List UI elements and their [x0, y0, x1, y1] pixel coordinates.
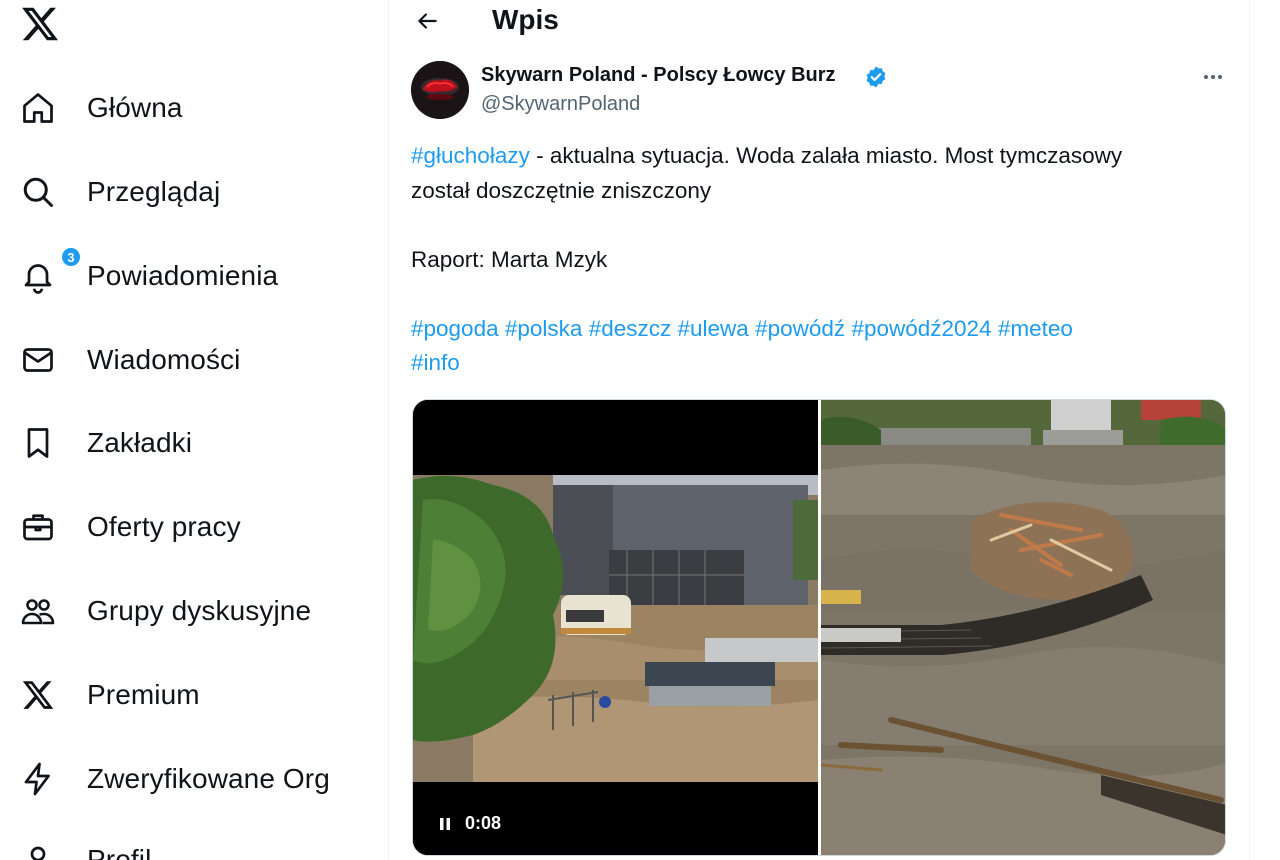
sidebar-item-label: Premium	[87, 679, 200, 710]
sidebar-item-label: Profil	[87, 844, 152, 860]
sidebar-item-label: Wiadomości	[87, 344, 241, 375]
bell-icon: 3	[20, 246, 82, 294]
sidebar-item-label: Oferty pracy	[87, 511, 241, 542]
hashtag-link[interactable]: #ulewa	[678, 316, 749, 341]
sidebar-item-label: Główna	[87, 92, 183, 123]
hashtag-link[interactable]: #powódź2024	[851, 316, 991, 341]
x-logo-icon[interactable]	[20, 4, 60, 44]
sidebar-item-label: Powiadomienia	[87, 260, 279, 291]
notification-badge: 3	[60, 246, 82, 268]
people-icon	[20, 593, 56, 629]
sidebar-item-label: Przeglądaj	[87, 176, 221, 207]
hashtag-link[interactable]: #głuchołazy	[411, 143, 530, 168]
home-icon	[20, 90, 56, 126]
hashtag-link[interactable]: #meteo	[998, 316, 1073, 341]
post-report: Raport: Marta Mzyk	[411, 247, 608, 272]
more-horizontal-icon[interactable]	[1196, 62, 1230, 92]
media-grid: 0:08	[412, 399, 1226, 856]
search-icon	[20, 174, 56, 210]
column-divider	[1249, 0, 1250, 860]
arrow-left-icon[interactable]	[410, 4, 444, 38]
hashtag-link[interactable]: #info	[411, 350, 460, 375]
sidebar-item-label: Grupy dyskusyjne	[87, 595, 312, 626]
x-logo-icon	[20, 677, 56, 713]
post-text-line: #głuchołazy - aktualna sytuacja. Woda za…	[411, 139, 1231, 174]
sidebar-item-label: Zakładki	[87, 427, 193, 458]
hashtag-list: #info	[411, 346, 1231, 381]
post-text-line: został doszczętnie zniszczony	[411, 178, 712, 203]
sidebar: Główna Przeglądaj 3 Powiadomienia Wiadom…	[0, 0, 388, 860]
page-title: Wpis	[492, 4, 559, 35]
video-player[interactable]: 0:08	[413, 400, 818, 855]
verified-badge-icon	[864, 65, 888, 89]
post-text: - aktualna sytuacja. Woda zalała miasto.…	[529, 143, 1123, 168]
pause-icon[interactable]	[437, 816, 453, 832]
hashtag-link[interactable]: #powódź	[755, 316, 845, 341]
hashtag-link[interactable]: #deszcz	[589, 316, 672, 341]
hashtag-link[interactable]: #pogoda	[411, 316, 499, 341]
lightning-icon	[20, 761, 56, 797]
hashtag-link[interactable]: #polska	[505, 316, 583, 341]
avatar[interactable]	[411, 61, 469, 119]
briefcase-icon	[20, 509, 56, 545]
bookmark-icon	[20, 425, 56, 461]
post-photo[interactable]	[819, 400, 1225, 855]
video-timestamp: 0:08	[465, 813, 502, 833]
person-icon	[20, 842, 56, 860]
hashtag-list: #pogoda #polska #deszcz #ulewa #powódź #…	[411, 312, 1231, 347]
author-name[interactable]: Skywarn Poland - Polscy Łowcy Burz	[481, 64, 836, 87]
envelope-icon	[20, 342, 56, 378]
sidebar-item-label: Zweryfikowane Org	[87, 763, 330, 794]
author-handle[interactable]: @SkywarnPoland	[481, 93, 640, 116]
column-divider	[388, 0, 389, 860]
